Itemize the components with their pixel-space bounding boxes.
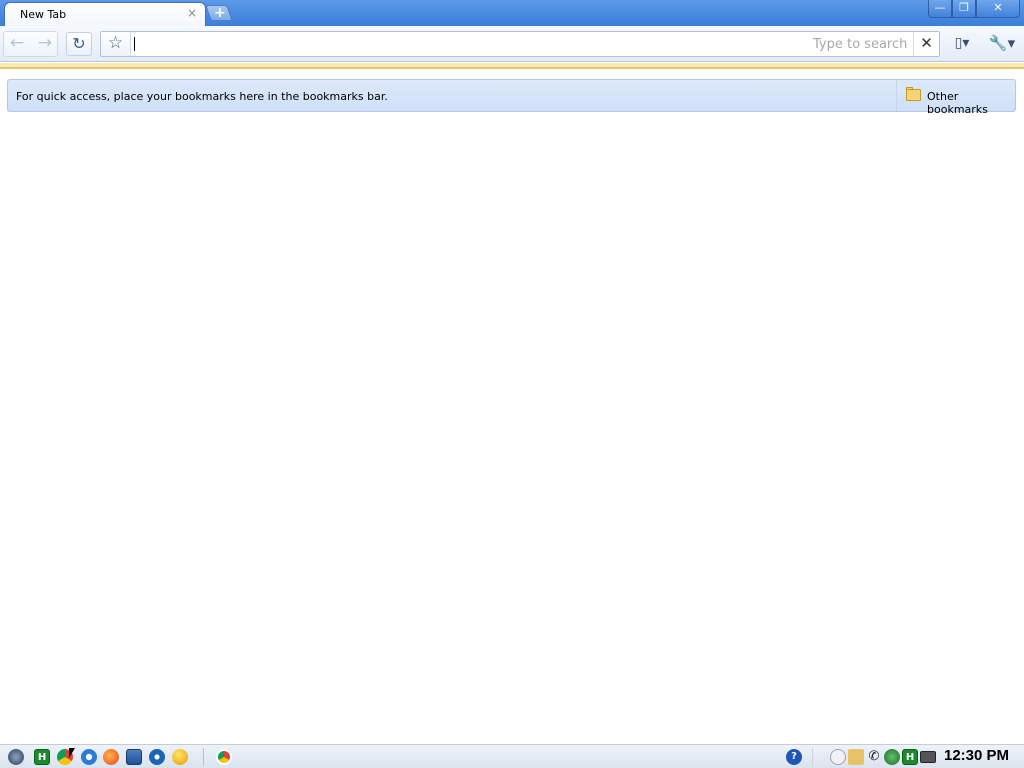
omnibox[interactable]: ☆ Type to search ✕ bbox=[100, 31, 940, 57]
mouse-cursor-icon bbox=[69, 748, 75, 758]
taskbar-clock[interactable]: 12:30 PM bbox=[944, 747, 1009, 764]
bookmarks-bar: For quick access, place your bookmarks h… bbox=[7, 79, 1016, 116]
tab-title: New Tab bbox=[20, 8, 67, 21]
start-menu-icon[interactable] bbox=[8, 749, 24, 765]
tray-h-icon[interactable]: H bbox=[902, 749, 918, 765]
taskbar-separator bbox=[203, 748, 204, 766]
search-placeholder: Type to search bbox=[813, 37, 908, 52]
text-caret bbox=[134, 37, 135, 51]
messenger-icon[interactable] bbox=[172, 749, 188, 765]
tray-smiley-icon[interactable] bbox=[830, 749, 846, 765]
forward-button[interactable]: → bbox=[32, 32, 58, 56]
reload-button[interactable]: ↻ bbox=[66, 32, 92, 56]
tray-keys-icon[interactable] bbox=[848, 749, 864, 765]
title-bar[interactable]: New Tab × + — ❐ ✕ bbox=[0, 0, 1024, 26]
infobar-edge bbox=[0, 63, 1024, 69]
clear-search-icon[interactable]: ✕ bbox=[913, 32, 939, 56]
new-tab-button[interactable]: + bbox=[205, 5, 233, 21]
minimize-button[interactable]: — bbox=[928, 0, 952, 18]
other-bookmarks-button[interactable]: Other bookmarks bbox=[896, 80, 1016, 116]
tab-close-icon[interactable]: × bbox=[187, 6, 197, 20]
folder-icon bbox=[906, 89, 921, 101]
help-icon[interactable]: ? bbox=[786, 749, 802, 765]
back-button[interactable]: ← bbox=[4, 32, 30, 56]
browser-screen: New Tab × + — ❐ ✕ ← → ↻ ☆ Type to search… bbox=[0, 0, 1024, 768]
close-window-button[interactable]: ✕ bbox=[976, 0, 1020, 18]
navigation-toolbar: ← → ↻ ☆ Type to search ✕ ▯▾ 🔧▾ bbox=[0, 26, 1024, 62]
maximize-button[interactable]: ❐ bbox=[952, 0, 976, 18]
taskbar: H ? ✆ H 12:30 PM bbox=[0, 744, 1024, 768]
tray-network-icon[interactable] bbox=[884, 749, 900, 765]
page-menu-icon[interactable]: ▯▾ bbox=[946, 32, 978, 56]
tab-new-tab[interactable]: New Tab × bbox=[4, 2, 206, 26]
bookmarks-bar-hint: For quick access, place your bookmarks h… bbox=[16, 90, 388, 103]
tray-phone-icon[interactable]: ✆ bbox=[866, 749, 882, 765]
bookmark-star-icon[interactable]: ☆ bbox=[101, 32, 131, 56]
wrench-menu-icon[interactable]: 🔧▾ bbox=[984, 32, 1020, 56]
media-player-icon[interactable] bbox=[149, 749, 165, 765]
h-launcher-icon[interactable]: H bbox=[34, 749, 50, 765]
tray-battery-icon[interactable] bbox=[920, 751, 936, 763]
firefox-icon[interactable] bbox=[103, 749, 119, 765]
internet-explorer-icon[interactable] bbox=[81, 749, 97, 765]
other-bookmarks-label: Other bookmarks bbox=[927, 90, 988, 116]
plus-icon: + bbox=[214, 5, 226, 21]
chrome-window-button[interactable] bbox=[216, 749, 232, 765]
tray-separator bbox=[812, 748, 813, 766]
window-switcher-icon[interactable] bbox=[126, 749, 142, 765]
